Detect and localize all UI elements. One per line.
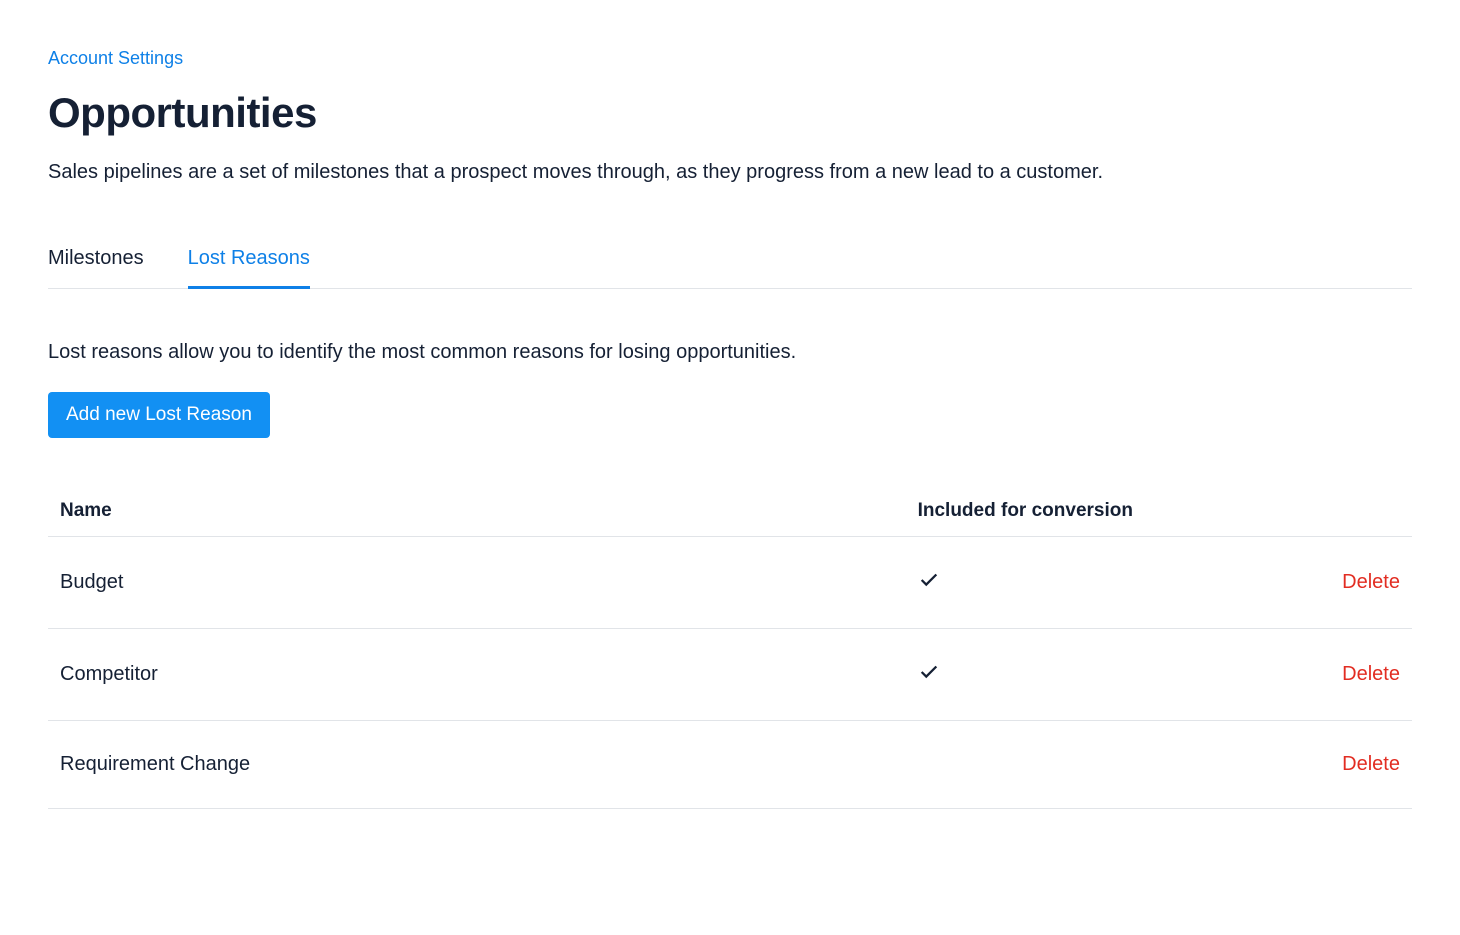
delete-button[interactable]: Delete (1342, 753, 1400, 775)
breadcrumb-account-settings[interactable]: Account Settings (48, 48, 183, 69)
page-description: Sales pipelines are a set of milestones … (48, 157, 1412, 187)
tab-milestones[interactable]: Milestones (48, 247, 144, 289)
column-header-name: Name (60, 500, 918, 522)
tab-lost-reasons[interactable]: Lost Reasons (188, 247, 310, 289)
table-row: Requirement Change Delete (48, 721, 1412, 809)
column-header-actions (1266, 500, 1400, 522)
lost-reasons-table: Name Included for conversion Budget Dele… (48, 486, 1412, 809)
tabs-container: Milestones Lost Reasons (48, 247, 1412, 289)
table-row: Budget Delete (48, 537, 1412, 629)
row-name: Competitor (60, 663, 918, 686)
page-title: Opportunities (48, 89, 1412, 137)
table-header: Name Included for conversion (48, 486, 1412, 537)
column-header-included: Included for conversion (918, 500, 1266, 522)
row-included (918, 661, 1266, 688)
row-name: Requirement Change (60, 753, 918, 776)
table-row: Competitor Delete (48, 629, 1412, 721)
check-icon (918, 661, 940, 688)
row-included (918, 569, 1266, 596)
row-name: Budget (60, 571, 918, 594)
delete-button[interactable]: Delete (1342, 663, 1400, 685)
check-icon (918, 569, 940, 596)
delete-button[interactable]: Delete (1342, 571, 1400, 593)
section-description: Lost reasons allow you to identify the m… (48, 341, 1412, 364)
add-lost-reason-button[interactable]: Add new Lost Reason (48, 392, 270, 438)
